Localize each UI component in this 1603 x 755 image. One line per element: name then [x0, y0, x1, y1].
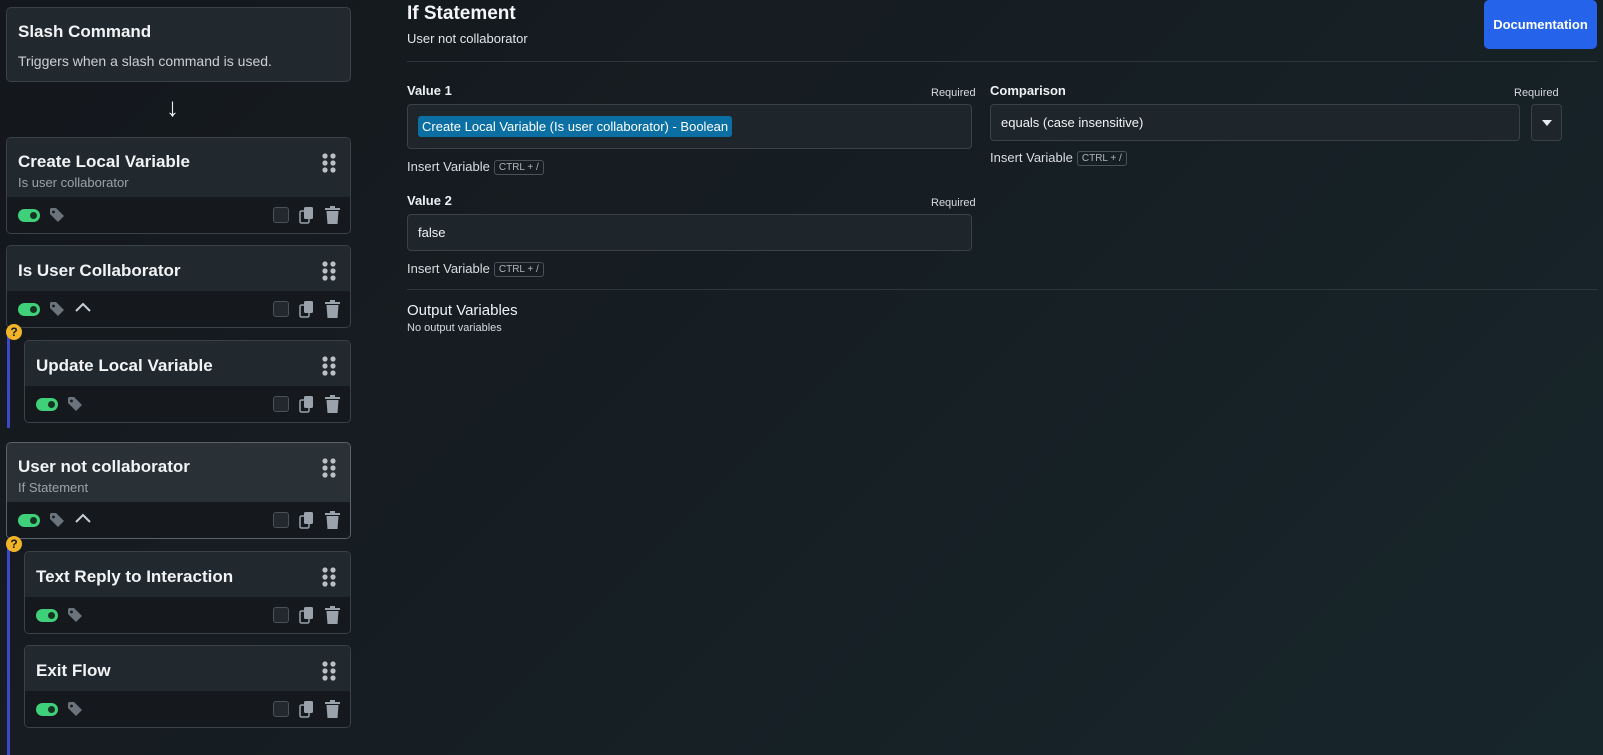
branch-line — [7, 333, 10, 428]
chevron-up-icon[interactable] — [74, 301, 92, 313]
shortcut-badge: CTRL + / — [1076, 151, 1127, 166]
divider — [407, 61, 1597, 62]
block-update-local-variable[interactable]: Update Local Variable — [24, 340, 351, 423]
tag-icon[interactable] — [67, 396, 83, 412]
insert-variable-label[interactable]: Insert Variable — [407, 159, 490, 174]
comparison-select[interactable]: equals (case insensitive) — [990, 104, 1520, 141]
toggle-icon[interactable] — [36, 609, 58, 622]
block-subtitle: If Statement — [18, 480, 89, 495]
comparison-value: equals (case insensitive) — [1001, 115, 1144, 130]
toggle-icon[interactable] — [36, 703, 58, 716]
comparison-dropdown-button[interactable] — [1531, 104, 1562, 141]
copy-icon[interactable] — [299, 606, 315, 624]
branch-line — [7, 545, 10, 755]
trash-icon[interactable] — [325, 511, 340, 529]
caret-down-icon — [1542, 120, 1552, 126]
value2-insert-variable[interactable]: Insert Variable CTRL + / — [407, 261, 544, 277]
block-create-local-variable[interactable]: Create Local Variable Is user collaborat… — [6, 137, 351, 234]
divider — [407, 289, 1597, 290]
toggle-icon[interactable] — [18, 303, 40, 316]
copy-icon[interactable] — [299, 700, 315, 718]
trash-icon[interactable] — [325, 395, 340, 413]
copy-icon[interactable] — [299, 206, 315, 224]
flow-sidebar: Slash Command Triggers when a slash comm… — [0, 0, 365, 755]
trash-icon[interactable] — [325, 300, 340, 318]
tag-icon[interactable] — [49, 301, 65, 317]
block-is-user-collaborator[interactable]: Is User Collaborator — [6, 245, 351, 328]
copy-icon[interactable] — [299, 300, 315, 318]
toggle-icon[interactable] — [18, 514, 40, 527]
checkbox-icon[interactable] — [273, 607, 289, 623]
drag-handle-icon[interactable] — [321, 660, 337, 682]
page-title: If Statement — [407, 3, 516, 24]
toggle-icon[interactable] — [18, 209, 40, 222]
value1-insert-variable[interactable]: Insert Variable CTRL + / — [407, 159, 544, 175]
value2-value: false — [418, 225, 446, 240]
drag-handle-icon[interactable] — [321, 457, 337, 479]
question-icon: ? — [6, 536, 22, 552]
block-settings-panel: If Statement User not collaborator Docum… — [407, 0, 1603, 755]
copy-icon[interactable] — [299, 395, 315, 413]
value2-label: Value 2 — [407, 193, 452, 208]
insert-variable-label[interactable]: Insert Variable — [990, 150, 1073, 165]
drag-handle-icon[interactable] — [321, 260, 337, 282]
arrow-down-icon: ↓ — [166, 92, 179, 122]
value2-input[interactable]: false — [407, 214, 972, 251]
tag-icon[interactable] — [67, 607, 83, 623]
checkbox-icon[interactable] — [273, 701, 289, 717]
checkbox-icon[interactable] — [273, 512, 289, 528]
tag-icon[interactable] — [67, 701, 83, 717]
block-user-not-collaborator[interactable]: User not collaborator If Statement — [6, 442, 351, 539]
trigger-card[interactable]: Slash Command Triggers when a slash comm… — [6, 7, 351, 82]
comparison-required: Required — [1514, 87, 1559, 99]
insert-variable-label[interactable]: Insert Variable — [407, 261, 490, 276]
shortcut-badge: CTRL + / — [493, 262, 544, 277]
block-title: Create Local Variable — [18, 152, 190, 171]
block-title: Text Reply to Interaction — [36, 567, 234, 586]
output-variables-title: Output Variables — [407, 302, 518, 319]
block-text-reply-to-interaction[interactable]: Text Reply to Interaction — [24, 551, 351, 634]
block-subtitle: Is user collaborator — [18, 175, 129, 190]
tag-icon[interactable] — [49, 512, 65, 528]
trash-icon[interactable] — [325, 606, 340, 624]
variable-chip[interactable]: Create Local Variable (Is user collabora… — [418, 116, 733, 137]
comparison-insert-variable[interactable]: Insert Variable CTRL + / — [990, 150, 1127, 166]
shortcut-badge: CTRL + / — [493, 160, 544, 175]
value1-input[interactable]: Create Local Variable (Is user collabora… — [407, 104, 972, 149]
block-title: Is User Collaborator — [18, 261, 181, 280]
checkbox-icon[interactable] — [273, 301, 289, 317]
page-subtitle: User not collaborator — [407, 31, 528, 46]
block-exit-flow[interactable]: Exit Flow — [24, 645, 351, 728]
block-title: Exit Flow — [36, 661, 111, 680]
trash-icon[interactable] — [325, 206, 340, 224]
value2-required: Required — [931, 197, 976, 209]
block-title: User not collaborator — [18, 457, 190, 476]
output-variables-empty: No output variables — [407, 322, 502, 334]
documentation-button[interactable]: Documentation — [1484, 0, 1597, 49]
trash-icon[interactable] — [325, 700, 340, 718]
drag-handle-icon[interactable] — [321, 152, 337, 174]
trigger-title: Slash Command — [18, 22, 152, 41]
value1-label: Value 1 — [407, 83, 452, 98]
chevron-up-icon[interactable] — [74, 512, 92, 524]
comparison-label: Comparison — [990, 83, 1066, 98]
drag-handle-icon[interactable] — [321, 355, 337, 377]
question-icon: ? — [6, 324, 22, 340]
trigger-description: Triggers when a slash command is used. — [18, 53, 272, 69]
drag-handle-icon[interactable] — [321, 566, 337, 588]
block-title: Update Local Variable — [36, 356, 213, 375]
checkbox-icon[interactable] — [273, 396, 289, 412]
tag-icon[interactable] — [49, 207, 65, 223]
checkbox-icon[interactable] — [273, 207, 289, 223]
copy-icon[interactable] — [299, 511, 315, 529]
value1-required: Required — [931, 87, 976, 99]
toggle-icon[interactable] — [36, 398, 58, 411]
